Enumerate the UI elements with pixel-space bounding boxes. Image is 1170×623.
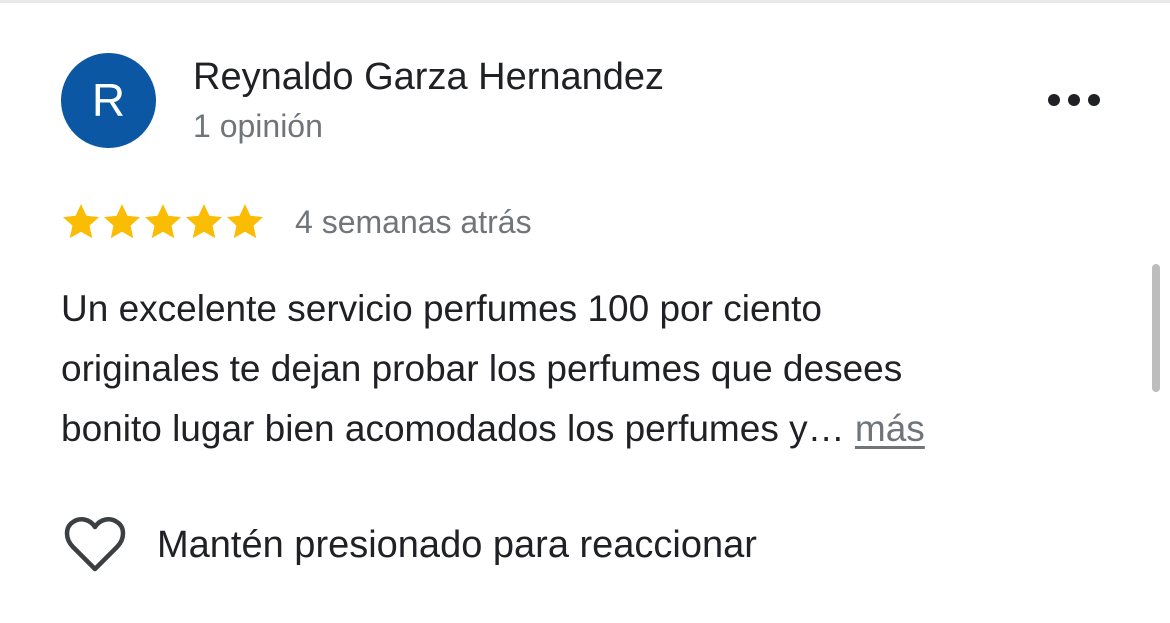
- react-button[interactable]: Mantén presionado para reaccionar: [63, 514, 757, 576]
- review-text: Un excelente servicio perfumes 100 por c…: [61, 279, 1121, 459]
- reviewer-name[interactable]: Reynaldo Garza Hernandez: [193, 54, 664, 100]
- review-card: R Reynaldo Garza Hernandez 1 opinión 4 s…: [0, 0, 1170, 623]
- star-icon: [144, 204, 182, 239]
- star-rating: [60, 198, 265, 246]
- star-icon: [62, 204, 100, 239]
- star-icon: [103, 204, 141, 239]
- review-text-line: bonito lugar bien acomodados los perfume…: [61, 399, 1121, 459]
- more-link[interactable]: más: [855, 408, 925, 449]
- top-divider: [0, 0, 1170, 3]
- scrollbar[interactable]: [1152, 264, 1160, 392]
- review-text-line-content: bonito lugar bien acomodados los perfume…: [61, 408, 855, 449]
- react-label: Mantén presionado para reaccionar: [157, 523, 757, 566]
- review-date: 4 semanas atrás: [295, 204, 532, 240]
- avatar[interactable]: R: [61, 53, 156, 148]
- review-text-line: originales te dejan probar los perfumes …: [61, 348, 903, 389]
- review-count: 1 opinión: [193, 108, 323, 144]
- more-horiz-icon: [1048, 94, 1100, 106]
- heart-outline-icon: [64, 517, 126, 572]
- star-icon: [185, 204, 223, 239]
- review-text-line: Un excelente servicio perfumes 100 por c…: [61, 288, 822, 329]
- star-icon: [226, 204, 264, 239]
- more-options-button[interactable]: [1038, 78, 1110, 122]
